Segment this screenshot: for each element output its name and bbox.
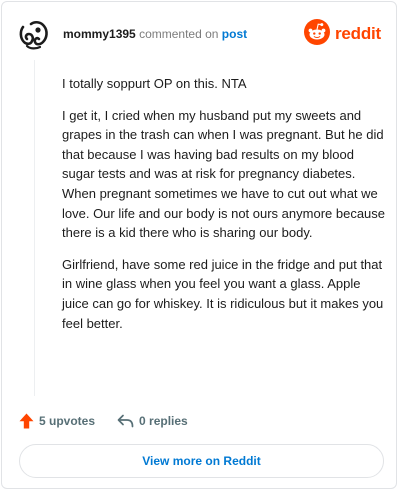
comment-header: mommy1395 commented on post reddit xyxy=(17,18,381,52)
thread-line xyxy=(34,60,35,396)
comment-actions: 5 upvotes 0 replies xyxy=(19,411,188,431)
comment-paragraph: I totally soppurt OP on this. NTA xyxy=(62,76,247,91)
replies-button[interactable]: 0 replies xyxy=(117,414,188,428)
comment-body: I totally soppurt OP on this. NTA I get … xyxy=(62,74,387,345)
comment-card: mommy1395 commented on post reddit I tot… xyxy=(1,1,397,489)
comment-paragraph: Girlfriend, have some red juice in the f… xyxy=(62,256,384,331)
reply-arrow-icon xyxy=(117,414,134,428)
upvote-button[interactable]: 5 upvotes xyxy=(19,413,95,429)
post-link[interactable]: post xyxy=(222,27,247,41)
reddit-brand[interactable]: reddit xyxy=(303,18,381,50)
reddit-snoo-icon xyxy=(303,18,330,50)
upvote-arrow-icon xyxy=(19,413,34,429)
upvote-count: 5 upvotes xyxy=(39,414,96,428)
avatar-icon[interactable] xyxy=(17,18,51,52)
reddit-wordmark: reddit xyxy=(334,24,381,43)
view-more-button[interactable]: View more on Reddit xyxy=(19,444,384,478)
comment-paragraph: I get it, I cried when my husband put my… xyxy=(62,107,386,241)
byline-verb: commented on xyxy=(139,27,219,41)
reply-count: 0 replies xyxy=(139,414,188,428)
comment-byline: mommy1395 commented on post xyxy=(63,27,247,41)
username-link[interactable]: mommy1395 xyxy=(63,27,136,41)
